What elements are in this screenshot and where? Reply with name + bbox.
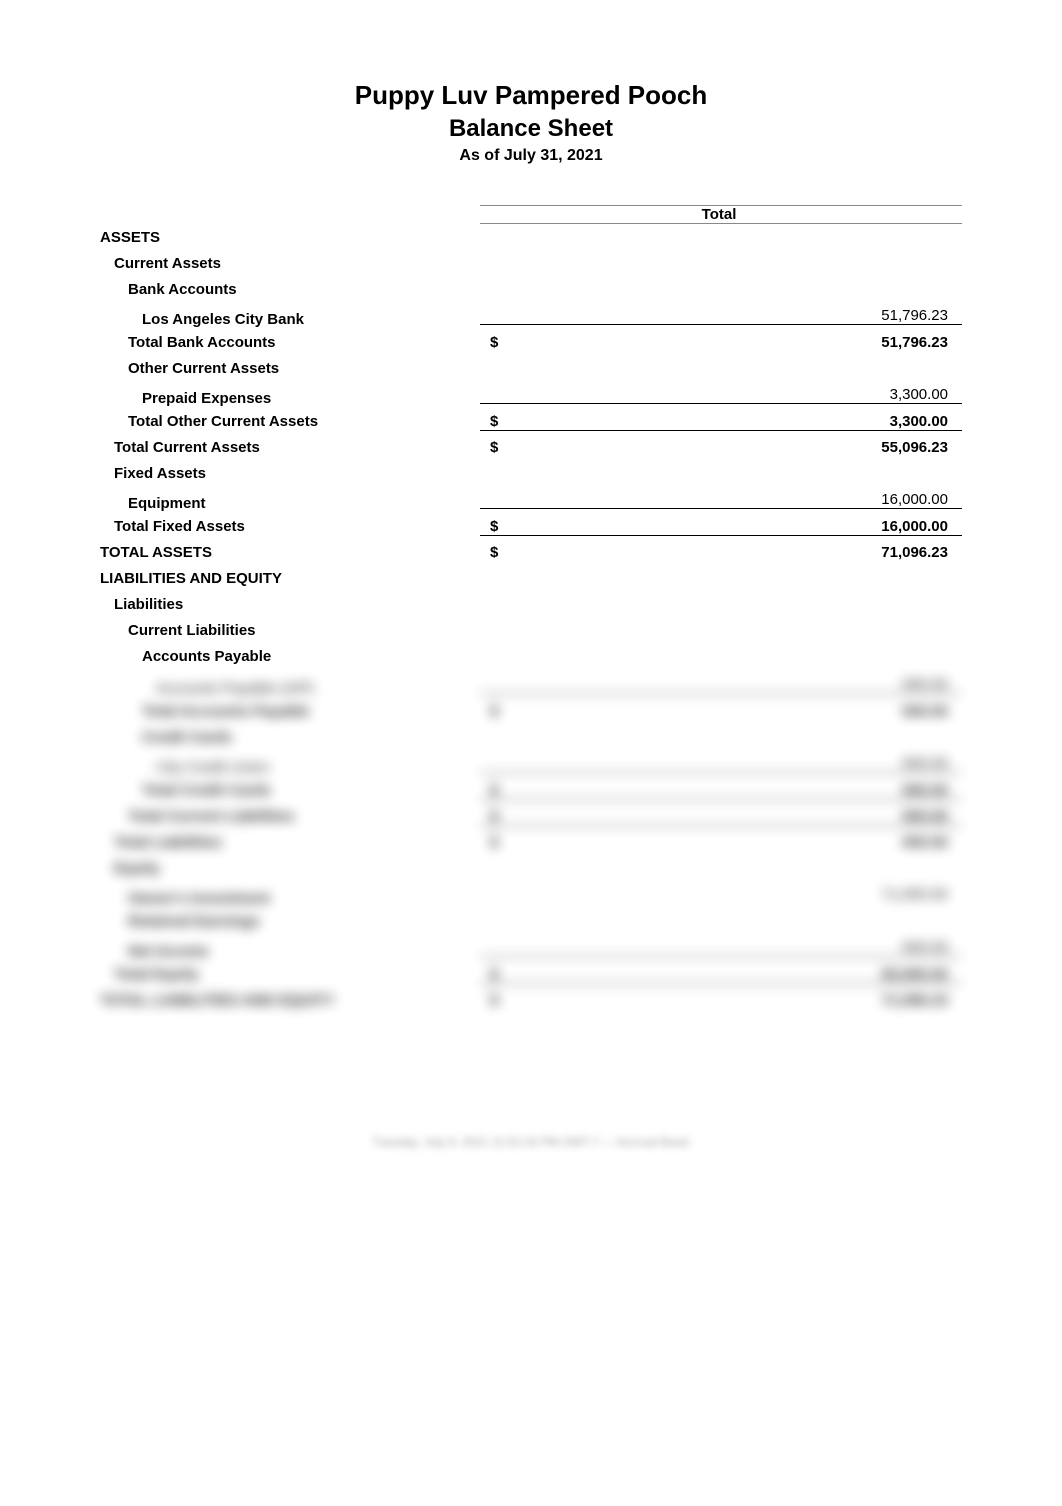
obscured-row: Total Accounts Payable $000.00 (100, 700, 962, 726)
obscured-row: Total Equity $00,000.00 (100, 963, 962, 989)
current-assets-heading: Current Assets (100, 252, 962, 278)
current-liabilities-heading: Current Liabilities (100, 619, 962, 645)
total-assets-row: TOTAL ASSETS $71,096.23 (100, 541, 962, 567)
fixed-assets-heading: Fixed Assets (100, 462, 962, 488)
obscured-section: Accounts Payable (A/P) 000.00 Total Acco… (100, 673, 962, 1015)
report-footer: Tuesday, July 6, 2021 11:52:16 PM GMT-7 … (100, 1135, 962, 1149)
column-header-row: Total (100, 205, 962, 224)
obscured-row: City Credit Union 000.00 (100, 752, 962, 779)
company-name: Puppy Luv Pampered Pooch (100, 80, 962, 111)
obscured-row: TOTAL LIABILITIES AND EQUITY $71,096.23 (100, 989, 962, 1015)
obscured-row: Net Income 000.00 (100, 936, 962, 963)
liabilities-heading: Liabilities (100, 593, 962, 619)
la-city-bank-row: Los Angeles City Bank 51,796.23 (100, 304, 962, 331)
obscured-row: Retained Earnings (100, 910, 962, 936)
report-title: Balance Sheet (100, 115, 962, 143)
total-bank-accounts-row: Total Bank Accounts $51,796.23 (100, 331, 962, 357)
accounts-payable-heading: Accounts Payable (100, 645, 962, 671)
report-date: As of July 31, 2021 (100, 147, 962, 165)
other-current-assets-heading: Other Current Assets (100, 357, 962, 383)
total-other-current-assets-row: Total Other Current Assets $3,300.00 (100, 410, 962, 436)
balance-sheet-table: Total ASSETS Current Assets Bank Account… (100, 205, 962, 1015)
obscured-row: Total Liabilities $000.00 (100, 831, 962, 857)
obscured-row: Accounts Payable (A/P) 000.00 (100, 673, 962, 700)
obscured-row: Credit Cards (100, 726, 962, 752)
obscured-row: Equity (100, 857, 962, 883)
bank-accounts-heading: Bank Accounts (100, 278, 962, 304)
total-current-assets-row: Total Current Assets $55,096.23 (100, 436, 962, 462)
obscured-row: Owner's Investment 71,000.00 (100, 883, 962, 910)
obscured-row: Total Credit Cards $000.00 (100, 779, 962, 805)
prepaid-expenses-row: Prepaid Expenses 3,300.00 (100, 383, 962, 410)
report-header: Puppy Luv Pampered Pooch Balance Sheet A… (100, 80, 962, 165)
assets-heading: ASSETS (100, 226, 962, 252)
liabilities-equity-heading: LIABILITIES AND EQUITY (100, 567, 962, 593)
equipment-row: Equipment 16,000.00 (100, 488, 962, 515)
total-fixed-assets-row: Total Fixed Assets $16,000.00 (100, 515, 962, 541)
obscured-row: Total Current Liabilities $000.00 (100, 805, 962, 831)
total-column-header: Total (490, 206, 948, 223)
